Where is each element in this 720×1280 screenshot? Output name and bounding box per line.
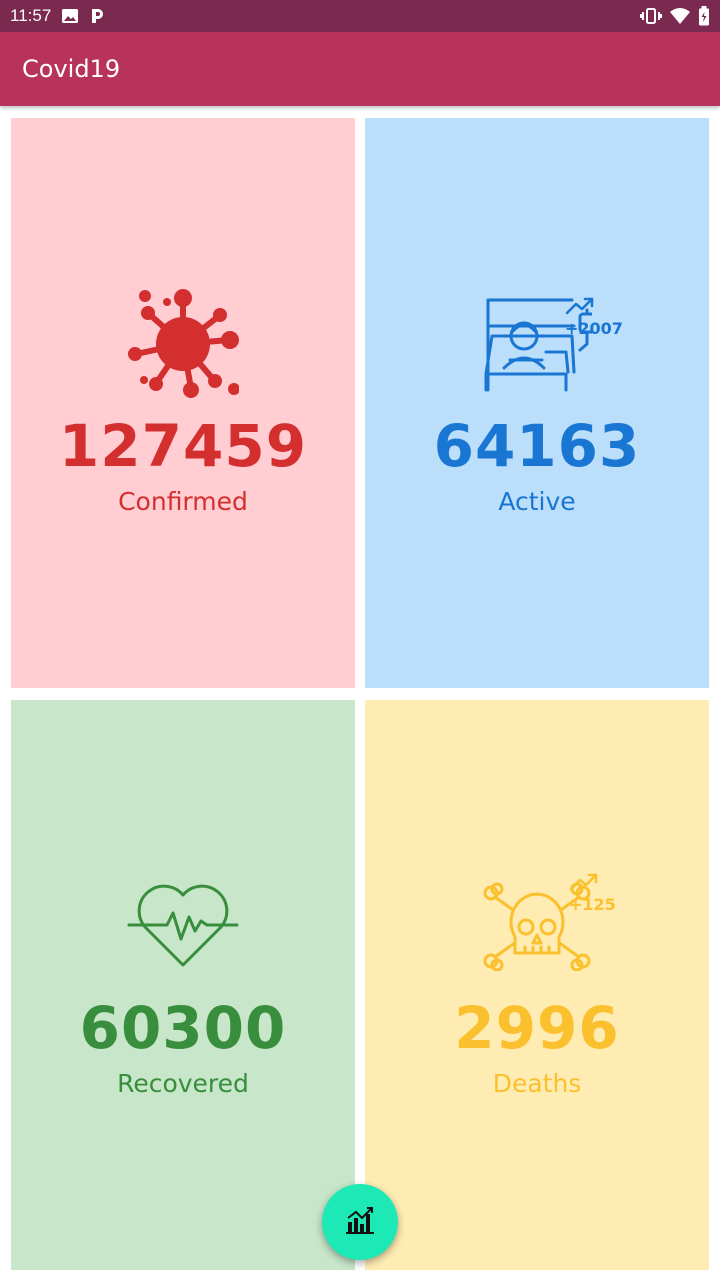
deaths-delta: +125 <box>569 894 616 914</box>
deaths-count: 2996 <box>454 993 620 1062</box>
parking-icon <box>89 7 105 25</box>
app-bar: Covid19 <box>0 32 720 106</box>
trending-up-icon <box>565 297 595 319</box>
image-icon <box>61 7 79 25</box>
status-left: 11:57 <box>10 6 105 26</box>
wifi-icon <box>670 7 690 25</box>
status-right <box>640 6 710 26</box>
recovered-count: 60300 <box>79 993 287 1062</box>
deaths-trend: +125 <box>569 873 616 914</box>
status-time: 11:57 <box>10 6 52 25</box>
heartbeat-icon <box>127 883 239 973</box>
confirmed-label: Confirmed <box>118 486 248 516</box>
chart-fab-button[interactable] <box>322 1184 398 1260</box>
app-title: Covid19 <box>22 55 121 83</box>
deaths-card[interactable]: +125 2996 Deaths <box>365 700 709 1270</box>
recovered-icon-wrap <box>93 873 273 983</box>
active-card[interactable]: +2007 64163 Active <box>365 118 709 688</box>
recovered-card[interactable]: 60300 Recovered <box>11 700 355 1270</box>
active-label: Active <box>498 486 576 516</box>
battery-icon <box>698 6 710 26</box>
confirmed-icon-wrap <box>93 288 273 404</box>
trending-up-icon <box>569 873 599 895</box>
active-trend: +2007 <box>565 297 623 338</box>
active-delta: +2007 <box>565 318 623 338</box>
virus-icon <box>127 288 240 404</box>
active-count: 64163 <box>433 411 641 480</box>
confirmed-card[interactable]: 127459 Confirmed <box>11 118 355 688</box>
deaths-icon-wrap: +125 <box>447 873 627 983</box>
chart-icon <box>344 1204 376 1240</box>
recovered-label: Recovered <box>117 1068 249 1098</box>
deaths-label: Deaths <box>492 1068 582 1098</box>
vibrate-icon <box>640 7 662 25</box>
active-icon-wrap: +2007 <box>447 291 627 401</box>
status-bar: 11:57 <box>0 0 720 32</box>
confirmed-count: 127459 <box>58 411 308 480</box>
